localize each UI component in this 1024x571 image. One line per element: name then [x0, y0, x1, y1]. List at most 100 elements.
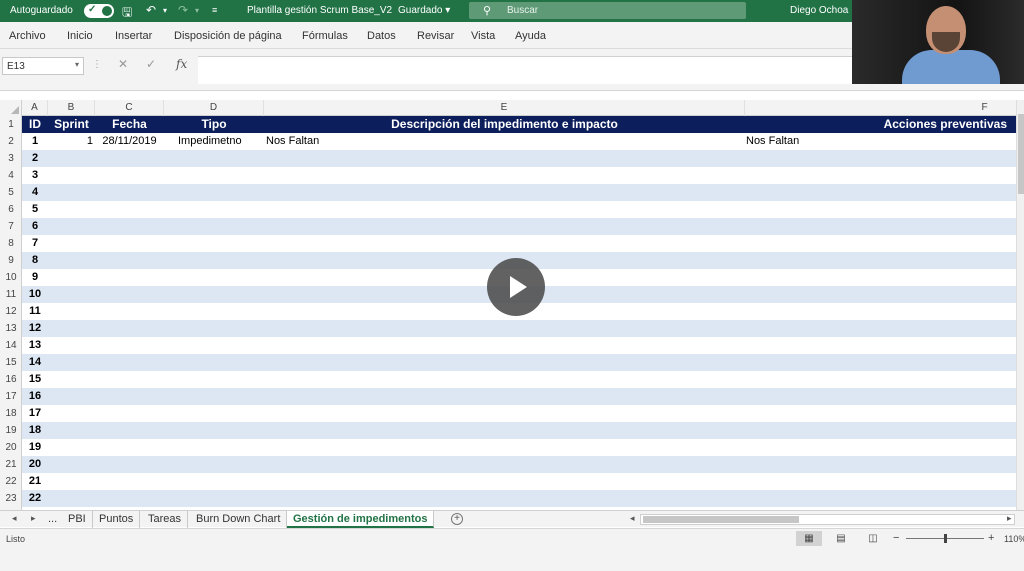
name-box[interactable]: E13 ▾ — [2, 57, 84, 75]
cell-fecha[interactable] — [95, 150, 164, 167]
cell-fecha[interactable] — [95, 252, 164, 269]
cell-id[interactable]: 8 — [22, 252, 48, 269]
zoom-out-icon[interactable]: − — [893, 532, 899, 544]
row-header[interactable]: 16 — [0, 371, 22, 388]
cell-id[interactable]: 1 — [22, 133, 48, 150]
cell-id[interactable]: 17 — [22, 405, 48, 422]
cell-sprint[interactable] — [48, 184, 95, 201]
cell-fecha[interactable] — [95, 303, 164, 320]
scroll-thumb[interactable] — [1018, 114, 1024, 194]
cell-sprint[interactable] — [48, 269, 95, 286]
cell-fecha[interactable] — [95, 269, 164, 286]
save-icon[interactable]: 🖫 — [122, 3, 132, 24]
cell-descripcion[interactable] — [264, 150, 745, 167]
cell-acciones[interactable] — [745, 473, 1011, 490]
hscroll-thumb[interactable] — [643, 516, 799, 523]
redo-icon[interactable]: ↷ — [178, 3, 188, 17]
cell-tipo[interactable] — [164, 269, 264, 286]
row-header[interactable]: 5 — [0, 184, 22, 201]
cell-fecha[interactable] — [95, 371, 164, 388]
row-header[interactable]: 11 — [0, 286, 22, 303]
cell-tipo[interactable] — [164, 184, 264, 201]
menu-vista[interactable]: Vista — [471, 30, 495, 42]
cell-fecha[interactable] — [95, 388, 164, 405]
scroll-left-icon[interactable]: ◂ — [630, 513, 635, 524]
cell-descripcion[interactable] — [264, 371, 745, 388]
header-id[interactable]: ID — [22, 116, 48, 133]
cell-acciones[interactable] — [745, 422, 1011, 439]
col-header-f[interactable]: F — [745, 100, 1016, 116]
select-all-button[interactable] — [0, 100, 22, 116]
cell-tipo[interactable] — [164, 320, 264, 337]
menu-archivo[interactable]: Archivo — [9, 30, 46, 42]
cell-descripcion[interactable] — [264, 201, 745, 218]
cell-fecha[interactable] — [95, 473, 164, 490]
row-header[interactable]: 3 — [0, 150, 22, 167]
vertical-scrollbar[interactable] — [1016, 100, 1024, 510]
cell-tipo[interactable] — [164, 388, 264, 405]
cell-descripcion[interactable] — [264, 320, 745, 337]
add-sheet-icon[interactable]: + — [451, 513, 463, 525]
cell-acciones[interactable] — [745, 235, 1011, 252]
saved-status[interactable]: Guardado ▾ — [398, 5, 450, 16]
row-header[interactable]: 15 — [0, 354, 22, 371]
row-header[interactable]: 4 — [0, 167, 22, 184]
horizontal-scrollbar[interactable] — [640, 514, 1015, 525]
cell-tipo[interactable] — [164, 201, 264, 218]
row-header[interactable]: 23 — [0, 490, 22, 507]
cell-fecha[interactable] — [95, 235, 164, 252]
cell-sprint[interactable]: 1 — [48, 133, 95, 150]
cell-tipo[interactable] — [164, 354, 264, 371]
customize-icon[interactable]: ≡ — [212, 5, 217, 15]
cell-sprint[interactable] — [48, 337, 95, 354]
play-button[interactable] — [487, 258, 545, 316]
cell-sprint[interactable] — [48, 167, 95, 184]
menu-datos[interactable]: Datos — [367, 30, 396, 42]
row-header[interactable]: 2 — [0, 133, 22, 150]
row-header[interactable]: 19 — [0, 422, 22, 439]
cell-acciones[interactable] — [745, 269, 1011, 286]
cell-fecha[interactable] — [95, 354, 164, 371]
normal-view-icon[interactable]: ▦ — [796, 531, 822, 546]
zoom-slider-knob[interactable] — [944, 534, 947, 543]
row-header[interactable]: 18 — [0, 405, 22, 422]
page-layout-view-icon[interactable]: ▤ — [828, 531, 854, 546]
cell-fecha[interactable] — [95, 320, 164, 337]
cell-descripcion[interactable] — [264, 354, 745, 371]
tab-burn-down-chart[interactable]: Burn Down Chart — [190, 511, 288, 528]
cell-fecha[interactable] — [95, 490, 164, 507]
prev-sheet-icon[interactable]: ◂ — [12, 513, 17, 524]
row-header[interactable]: 21 — [0, 456, 22, 473]
cell-tipo[interactable] — [164, 490, 264, 507]
cell-tipo[interactable]: Impedimetno — [164, 133, 264, 150]
cell-tipo[interactable] — [164, 473, 264, 490]
page-break-view-icon[interactable]: ◫ — [860, 531, 886, 546]
tab-tareas[interactable]: Tareas — [142, 511, 189, 528]
cell-fecha[interactable] — [95, 405, 164, 422]
cell-id[interactable]: 2 — [22, 150, 48, 167]
col-header-a[interactable]: A — [22, 100, 48, 116]
cell-descripcion[interactable] — [264, 473, 745, 490]
cell-fecha[interactable] — [95, 201, 164, 218]
cell-id[interactable]: 20 — [22, 456, 48, 473]
menu-formulas[interactable]: Fórmulas — [302, 30, 348, 42]
cell-tipo[interactable] — [164, 218, 264, 235]
row-header[interactable]: 10 — [0, 269, 22, 286]
cell-id[interactable]: 13 — [22, 337, 48, 354]
cell-tipo[interactable] — [164, 337, 264, 354]
cell-descripcion[interactable] — [264, 456, 745, 473]
cell-sprint[interactable] — [48, 150, 95, 167]
cell-fecha[interactable] — [95, 184, 164, 201]
cell-acciones[interactable] — [745, 252, 1011, 269]
insert-function-icon[interactable]: fx — [176, 57, 187, 71]
more-sheets[interactable]: ... — [42, 511, 63, 528]
row-header[interactable]: 7 — [0, 218, 22, 235]
cell-acciones[interactable] — [745, 201, 1011, 218]
col-header-b[interactable]: B — [48, 100, 95, 116]
cell-acciones[interactable] — [745, 286, 1011, 303]
cell-sprint[interactable] — [48, 286, 95, 303]
cell-descripcion[interactable]: Nos Faltan — [264, 133, 745, 150]
cell-tipo[interactable] — [164, 405, 264, 422]
cell-acciones[interactable] — [745, 184, 1011, 201]
cell-descripcion[interactable] — [264, 490, 745, 507]
